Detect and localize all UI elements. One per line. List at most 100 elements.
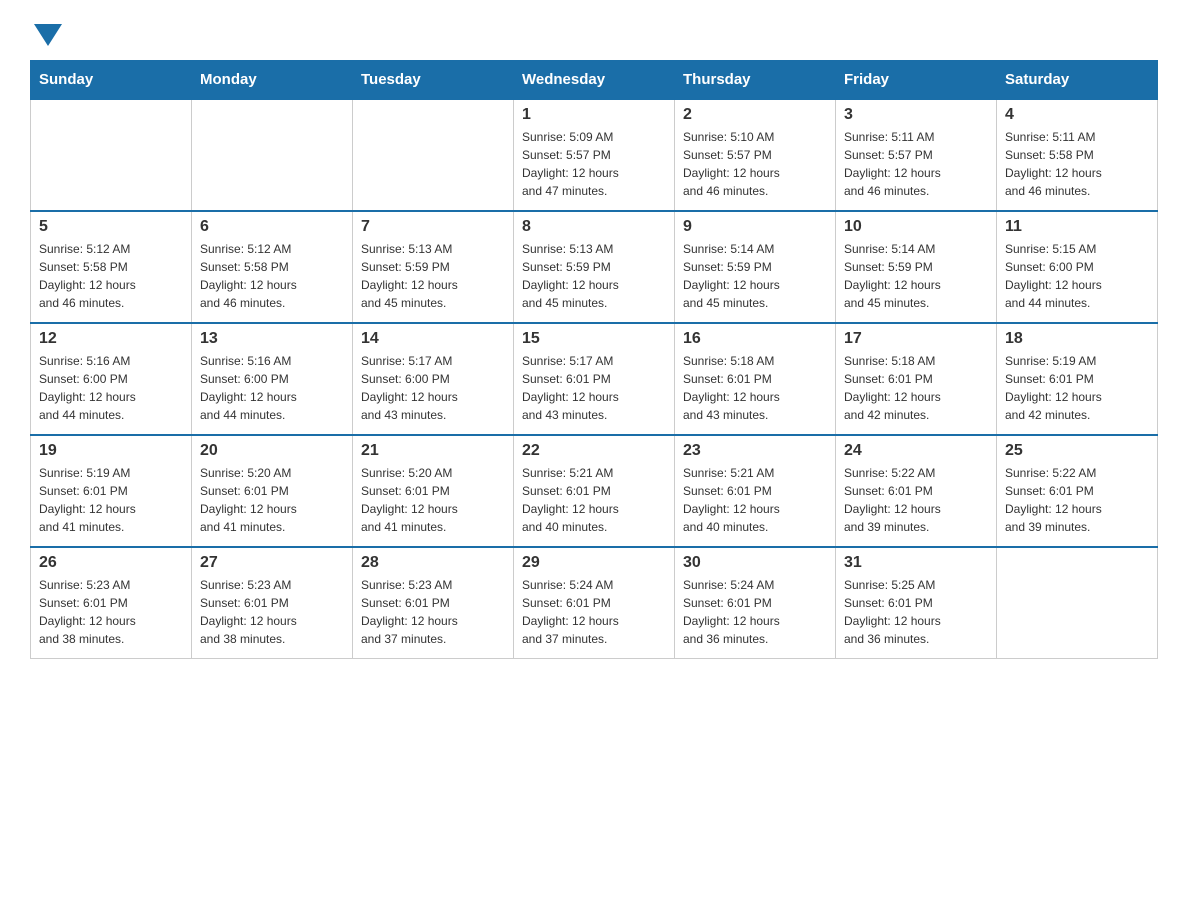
- day-info: Sunrise: 5:23 AM Sunset: 6:01 PM Dayligh…: [361, 576, 505, 648]
- calendar-cell: 21 Sunrise: 5:20 AM Sunset: 6:01 PM Dayli…: [353, 435, 514, 547]
- day-info: Sunrise: 5:11 AM Sunset: 5:57 PM Dayligh…: [844, 128, 988, 200]
- calendar-cell: 2 Sunrise: 5:10 AM Sunset: 5:57 PM Daylig…: [675, 99, 836, 211]
- day-of-week-header: Thursday: [675, 61, 836, 100]
- logo-triangle-icon: [34, 24, 62, 46]
- day-info: Sunrise: 5:12 AM Sunset: 5:58 PM Dayligh…: [200, 240, 344, 312]
- calendar-cell: [353, 99, 514, 211]
- week-row: 19Sunrise: 5:19 AM Sunset: 6:01 PM Dayli…: [31, 435, 1158, 547]
- day-number: 13: [200, 330, 344, 348]
- day-number: 29: [522, 554, 666, 572]
- day-of-week-header: Friday: [836, 61, 997, 100]
- calendar-cell: [192, 99, 353, 211]
- calendar-cell: 28 Sunrise: 5:23 AM Sunset: 6:01 PM Dayli…: [353, 547, 514, 659]
- day-of-week-header: Tuesday: [353, 61, 514, 100]
- day-info: Sunrise: 5:16 AM Sunset: 6:00 PM Dayligh…: [200, 352, 344, 424]
- day-number: 1: [522, 106, 666, 124]
- day-info: Sunrise: 5:14 AM Sunset: 5:59 PM Dayligh…: [683, 240, 827, 312]
- day-info: Sunrise: 5:12 AM Sunset: 5:58 PM Dayligh…: [39, 240, 183, 312]
- day-info: Sunrise: 5:24 AM Sunset: 6:01 PM Dayligh…: [522, 576, 666, 648]
- day-number: 30: [683, 554, 827, 572]
- day-info: Sunrise: 5:11 AM Sunset: 5:58 PM Dayligh…: [1005, 128, 1149, 200]
- calendar-cell: 13 Sunrise: 5:16 AM Sunset: 6:00 PM Dayli…: [192, 323, 353, 435]
- day-of-week-header: Saturday: [997, 61, 1158, 100]
- header-row: SundayMondayTuesdayWednesdayThursdayFrid…: [31, 61, 1158, 100]
- calendar-cell: 16Sunrise: 5:18 AM Sunset: 6:01 PM Dayli…: [675, 323, 836, 435]
- day-info: Sunrise: 5:20 AM Sunset: 6:01 PM Dayligh…: [200, 464, 344, 536]
- day-info: Sunrise: 5:23 AM Sunset: 6:01 PM Dayligh…: [200, 576, 344, 648]
- day-number: 18: [1005, 330, 1149, 348]
- calendar-cell: 12 Sunrise: 5:16 AM Sunset: 6:00 PM Dayli…: [31, 323, 192, 435]
- day-number: 2: [683, 106, 827, 124]
- day-of-week-header: Monday: [192, 61, 353, 100]
- calendar-cell: 9 Sunrise: 5:14 AM Sunset: 5:59 PM Daylig…: [675, 211, 836, 323]
- calendar-cell: 11 Sunrise: 5:15 AM Sunset: 6:00 PM Dayli…: [997, 211, 1158, 323]
- calendar-cell: 15 Sunrise: 5:17 AM Sunset: 6:01 PM Dayli…: [514, 323, 675, 435]
- day-number: 23: [683, 442, 827, 460]
- day-number: 24: [844, 442, 988, 460]
- calendar-cell: 26 Sunrise: 5:23 AM Sunset: 6:01 PM Dayli…: [31, 547, 192, 659]
- day-number: 19: [39, 442, 183, 460]
- day-number: 15: [522, 330, 666, 348]
- day-info: Sunrise: 5:17 AM Sunset: 6:01 PM Dayligh…: [522, 352, 666, 424]
- day-number: 21: [361, 442, 505, 460]
- day-number: 6: [200, 218, 344, 236]
- day-number: 25: [1005, 442, 1149, 460]
- day-number: 9: [683, 218, 827, 236]
- day-number: 22: [522, 442, 666, 460]
- calendar-cell: 19Sunrise: 5:19 AM Sunset: 6:01 PM Dayli…: [31, 435, 192, 547]
- day-of-week-header: Sunday: [31, 61, 192, 100]
- day-info: Sunrise: 5:22 AM Sunset: 6:01 PM Dayligh…: [1005, 464, 1149, 536]
- calendar-cell: 31Sunrise: 5:25 AM Sunset: 6:01 PM Dayli…: [836, 547, 997, 659]
- calendar-cell: 7Sunrise: 5:13 AM Sunset: 5:59 PM Daylig…: [353, 211, 514, 323]
- calendar-cell: 24 Sunrise: 5:22 AM Sunset: 6:01 PM Dayli…: [836, 435, 997, 547]
- calendar-cell: 14Sunrise: 5:17 AM Sunset: 6:00 PM Dayli…: [353, 323, 514, 435]
- day-number: 28: [361, 554, 505, 572]
- calendar-cell: 6 Sunrise: 5:12 AM Sunset: 5:58 PM Daylig…: [192, 211, 353, 323]
- page-header: [30, 20, 1158, 42]
- calendar-cell: 30 Sunrise: 5:24 AM Sunset: 6:01 PM Dayli…: [675, 547, 836, 659]
- day-number: 12: [39, 330, 183, 348]
- day-info: Sunrise: 5:10 AM Sunset: 5:57 PM Dayligh…: [683, 128, 827, 200]
- day-info: Sunrise: 5:24 AM Sunset: 6:01 PM Dayligh…: [683, 576, 827, 648]
- day-info: Sunrise: 5:15 AM Sunset: 6:00 PM Dayligh…: [1005, 240, 1149, 312]
- calendar-cell: 8 Sunrise: 5:13 AM Sunset: 5:59 PM Daylig…: [514, 211, 675, 323]
- day-number: 10: [844, 218, 988, 236]
- day-info: Sunrise: 5:21 AM Sunset: 6:01 PM Dayligh…: [522, 464, 666, 536]
- day-info: Sunrise: 5:20 AM Sunset: 6:01 PM Dayligh…: [361, 464, 505, 536]
- calendar-cell: [31, 99, 192, 211]
- day-info: Sunrise: 5:22 AM Sunset: 6:01 PM Dayligh…: [844, 464, 988, 536]
- day-number: 17: [844, 330, 988, 348]
- day-info: Sunrise: 5:19 AM Sunset: 6:01 PM Dayligh…: [1005, 352, 1149, 424]
- day-info: Sunrise: 5:14 AM Sunset: 5:59 PM Dayligh…: [844, 240, 988, 312]
- day-number: 16: [683, 330, 827, 348]
- week-row: 5 Sunrise: 5:12 AM Sunset: 5:58 PM Daylig…: [31, 211, 1158, 323]
- day-info: Sunrise: 5:18 AM Sunset: 6:01 PM Dayligh…: [844, 352, 988, 424]
- calendar-cell: 3 Sunrise: 5:11 AM Sunset: 5:57 PM Daylig…: [836, 99, 997, 211]
- calendar-cell: 25 Sunrise: 5:22 AM Sunset: 6:01 PM Dayli…: [997, 435, 1158, 547]
- calendar-cell: 10 Sunrise: 5:14 AM Sunset: 5:59 PM Dayli…: [836, 211, 997, 323]
- day-number: 26: [39, 554, 183, 572]
- day-number: 3: [844, 106, 988, 124]
- logo: [30, 20, 62, 42]
- day-info: Sunrise: 5:09 AM Sunset: 5:57 PM Dayligh…: [522, 128, 666, 200]
- day-number: 11: [1005, 218, 1149, 236]
- calendar-table: SundayMondayTuesdayWednesdayThursdayFrid…: [30, 60, 1158, 659]
- day-info: Sunrise: 5:25 AM Sunset: 6:01 PM Dayligh…: [844, 576, 988, 648]
- day-number: 5: [39, 218, 183, 236]
- day-number: 20: [200, 442, 344, 460]
- calendar-cell: 1 Sunrise: 5:09 AM Sunset: 5:57 PM Daylig…: [514, 99, 675, 211]
- day-info: Sunrise: 5:23 AM Sunset: 6:01 PM Dayligh…: [39, 576, 183, 648]
- day-number: 27: [200, 554, 344, 572]
- day-info: Sunrise: 5:17 AM Sunset: 6:00 PM Dayligh…: [361, 352, 505, 424]
- week-row: 1 Sunrise: 5:09 AM Sunset: 5:57 PM Daylig…: [31, 99, 1158, 211]
- day-info: Sunrise: 5:13 AM Sunset: 5:59 PM Dayligh…: [522, 240, 666, 312]
- day-number: 7: [361, 218, 505, 236]
- calendar-cell: 18 Sunrise: 5:19 AM Sunset: 6:01 PM Dayli…: [997, 323, 1158, 435]
- week-row: 26 Sunrise: 5:23 AM Sunset: 6:01 PM Dayli…: [31, 547, 1158, 659]
- calendar-cell: [997, 547, 1158, 659]
- day-info: Sunrise: 5:16 AM Sunset: 6:00 PM Dayligh…: [39, 352, 183, 424]
- day-number: 8: [522, 218, 666, 236]
- calendar-cell: 5 Sunrise: 5:12 AM Sunset: 5:58 PM Daylig…: [31, 211, 192, 323]
- calendar-cell: 17 Sunrise: 5:18 AM Sunset: 6:01 PM Dayli…: [836, 323, 997, 435]
- calendar-cell: 23Sunrise: 5:21 AM Sunset: 6:01 PM Dayli…: [675, 435, 836, 547]
